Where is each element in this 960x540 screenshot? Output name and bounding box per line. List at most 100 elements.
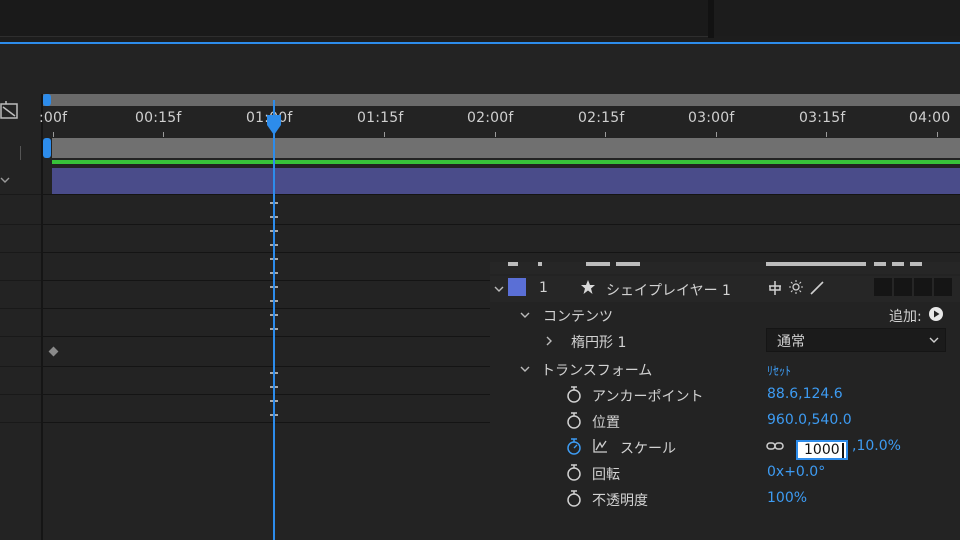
track-divider: [43, 224, 960, 225]
comp-flowchart-icon[interactable]: [0, 100, 20, 120]
opacity-row[interactable]: 不透明度 100%: [490, 486, 960, 512]
time-ruler[interactable]: :00f 00:15f 01:00f 01:15f 02:00f 02:15f …: [39, 106, 960, 137]
add-label: 追加:: [889, 309, 922, 325]
ruler-tick: [937, 132, 938, 137]
chevron-down-icon[interactable]: [520, 364, 530, 374]
track-divider: [43, 194, 960, 195]
tick-label: 03:15f: [799, 110, 846, 126]
contents-row[interactable]: コンテンツ 追加:: [490, 302, 960, 328]
row-divider: [0, 252, 41, 253]
add-play-icon[interactable]: [928, 306, 944, 322]
position-value[interactable]: 960.0,540.0: [767, 412, 852, 428]
opacity-value[interactable]: 100%: [767, 490, 807, 506]
header-icon: [874, 262, 886, 266]
column-separator[interactable]: [41, 94, 43, 540]
scale-x-input-value: 1000: [804, 442, 840, 458]
tick-label: 03:00f: [688, 110, 735, 126]
row-divider: [0, 336, 41, 337]
header-icon: [910, 262, 922, 266]
column-tick: [20, 146, 21, 160]
tick-label: 01:15f: [357, 110, 404, 126]
star-shape-icon: [581, 280, 595, 294]
row-divider: [0, 422, 41, 423]
composition-panel[interactable]: [0, 0, 708, 37]
ruler-tick: [384, 132, 385, 137]
playhead-line[interactable]: [273, 100, 275, 540]
stopwatch-icon[interactable]: [566, 464, 582, 482]
quality-switch-icon[interactable]: [788, 279, 804, 295]
header-icon: [892, 262, 904, 266]
row-divider: [0, 224, 41, 225]
blend-mode-select[interactable]: 通常: [766, 328, 946, 352]
switch-box[interactable]: [934, 278, 952, 296]
anchor-point-value[interactable]: 88.6,124.6: [767, 386, 843, 402]
header-icon: [538, 262, 542, 266]
stopwatch-icon[interactable]: [566, 412, 582, 430]
side-panel[interactable]: [714, 0, 960, 36]
row-divider: [0, 308, 41, 309]
stopwatch-icon[interactable]: [566, 386, 582, 404]
tick-label: :00f: [39, 110, 68, 126]
tick-label: 02:15f: [578, 110, 625, 126]
rotation-label: 回転: [592, 467, 620, 483]
anchor-point-label: アンカーポイント: [592, 389, 704, 405]
reset-link[interactable]: ﾘｾｯﾄ: [767, 362, 791, 379]
ruler-tick: [163, 132, 164, 137]
work-area-bar[interactable]: [52, 138, 960, 158]
keyframe-diamond-icon[interactable]: [48, 346, 59, 357]
header-icon: [616, 262, 640, 266]
time-navigator-bar[interactable]: [43, 94, 960, 106]
header-icon: [508, 262, 518, 266]
timeline-header: [0, 44, 960, 94]
chevron-down-icon[interactable]: [494, 284, 504, 294]
work-area-start-handle[interactable]: [43, 138, 51, 158]
layer-duration-bar[interactable]: [52, 168, 960, 194]
ellipse-label[interactable]: 楕円形 1: [571, 332, 626, 352]
track-divider: [43, 252, 960, 253]
row-divider: [0, 194, 41, 195]
ruler-tick: [605, 132, 606, 137]
shy-switch-icon[interactable]: [766, 279, 784, 297]
switch-box[interactable]: [874, 278, 892, 296]
row-divider: [0, 366, 41, 367]
text-cursor: [842, 443, 844, 458]
scale-value-rest[interactable]: ,10.0%: [852, 438, 901, 454]
header-icon: [766, 262, 866, 266]
graph-editor-icon[interactable]: [592, 438, 608, 454]
row-divider: [0, 280, 41, 281]
switch-box[interactable]: [894, 278, 912, 296]
constrain-proportions-link-icon[interactable]: [766, 439, 784, 453]
rotation-value[interactable]: 0x+0.0°: [767, 464, 825, 480]
ruler-tick: [716, 132, 717, 137]
blend-mode-value: 通常: [777, 334, 805, 350]
time-navigator-start-handle[interactable]: [43, 94, 51, 106]
tick-label: 00:15f: [135, 110, 182, 126]
layer-row[interactable]: 1 シェイプレイヤー 1: [490, 276, 960, 302]
switch-box[interactable]: [914, 278, 932, 296]
layer-color-label[interactable]: [508, 278, 526, 296]
layer-name[interactable]: シェイプレイヤー 1: [606, 280, 731, 300]
opacity-label: 不透明度: [592, 493, 648, 509]
draft-quality-slash-icon[interactable]: [808, 279, 826, 297]
layer-list-column: [0, 94, 42, 540]
ruler-tick: [495, 132, 496, 137]
playhead-handle-icon[interactable]: [264, 113, 284, 137]
stopwatch-active-icon[interactable]: [566, 438, 582, 456]
scale-row[interactable]: スケール ,10.0%: [490, 434, 960, 460]
contents-label: コンテンツ: [543, 309, 613, 325]
anchor-point-row[interactable]: アンカーポイント 88.6,124.6: [490, 382, 960, 408]
stopwatch-icon[interactable]: [566, 490, 582, 508]
position-row[interactable]: 位置 960.0,540.0: [490, 408, 960, 434]
chevron-down-icon[interactable]: [0, 172, 12, 188]
preview-cache-line: [52, 160, 960, 164]
chevron-down-icon[interactable]: [520, 310, 530, 320]
transform-row[interactable]: トランスフォーム ﾘｾｯﾄ: [490, 356, 960, 382]
ruler-tick: [53, 132, 54, 137]
rotation-row[interactable]: 回転 0x+0.0°: [490, 460, 960, 486]
row-divider: [0, 394, 41, 395]
scale-x-input[interactable]: 1000: [796, 440, 848, 460]
layer-properties-panel: 1 シェイプレイヤー 1 コンテンツ 追加: 楕円形 1 通常 トランスフォーム…: [490, 262, 960, 540]
tick-label: 02:00f: [467, 110, 514, 126]
chevron-right-icon[interactable]: [544, 336, 554, 346]
tick-label: 04:00: [909, 110, 951, 126]
